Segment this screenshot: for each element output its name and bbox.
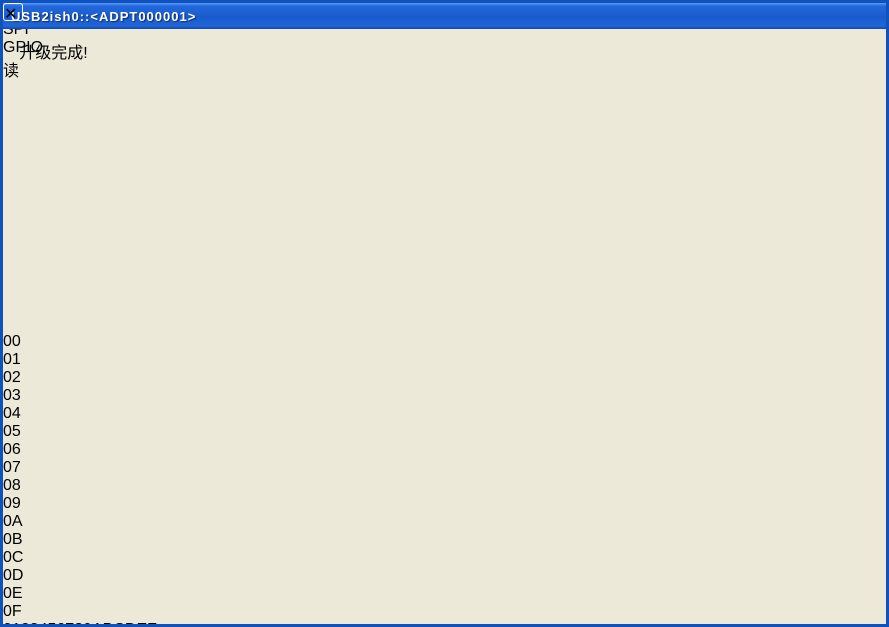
- col-header: 0B: [3, 531, 23, 548]
- col-header: 05: [3, 423, 21, 440]
- col-header: 0E: [3, 585, 23, 602]
- app-window: USB2ish0::<ADPT000001> ✕ I2CSPIGPIO 读 00…: [0, 0, 889, 627]
- col-header: 06: [3, 441, 21, 458]
- col-header: 08: [3, 477, 21, 494]
- title-bar: USB2ish0::<ADPT000001>: [3, 3, 886, 29]
- col-header: 0D: [3, 567, 24, 584]
- col-header: 07: [3, 459, 21, 476]
- close-icon: ✕: [4, 6, 18, 23]
- col-header: 09: [3, 495, 21, 512]
- col-header: 0F: [3, 603, 22, 620]
- close-button[interactable]: ✕: [3, 3, 23, 23]
- col-header: 03: [3, 387, 21, 404]
- hex-header-row: 000102030405060708090A0B0C0D0E0F01234567…: [3, 333, 539, 624]
- ascii-header: 0123456789ABCDEF: [3, 621, 539, 624]
- col-header: 00: [3, 333, 21, 350]
- tab-gpio[interactable]: GPIO: [3, 39, 886, 57]
- window-title: USB2ish0::<ADPT000001>: [11, 8, 197, 24]
- msgbox-message: 升级完成!: [19, 45, 88, 62]
- col-header: 02: [3, 369, 21, 386]
- read-hex-grid: 000102030405060708090A0B0C0D0E0F01234567…: [3, 333, 539, 624]
- col-header: 0A: [3, 513, 23, 530]
- col-header: 04: [3, 405, 21, 422]
- read-group: 读: [3, 57, 697, 333]
- col-header: 0C: [3, 549, 24, 566]
- read-group-label: 读: [3, 63, 20, 80]
- col-header: 01: [3, 351, 21, 368]
